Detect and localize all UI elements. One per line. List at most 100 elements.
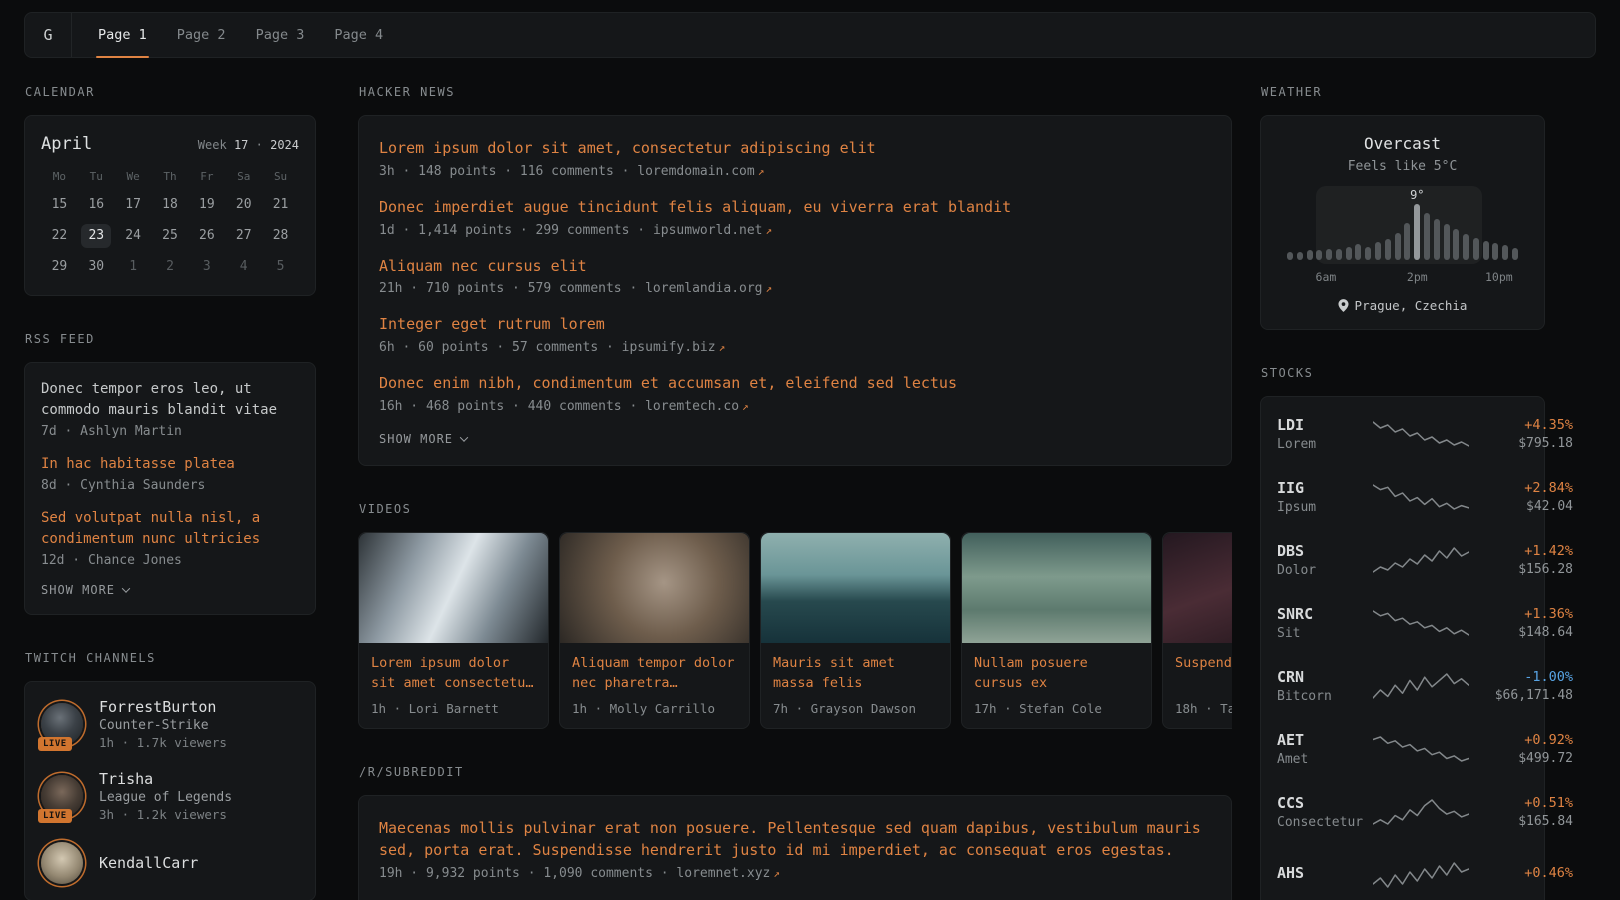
calendar-day-headers: Mo Tu We Th Fr Sa Su: [41, 170, 299, 183]
hn-item: Lorem ipsum dolor sit amet, consectetur …: [379, 138, 1211, 179]
twitch-channel-name: Trisha: [99, 770, 232, 788]
tab-page-2[interactable]: Page 2: [175, 13, 228, 57]
stock-price: $795.18: [1469, 436, 1573, 451]
hn-item-title-link[interactable]: Aliquam nec cursus elit: [379, 257, 587, 275]
hacker-news-widget: HACKER NEWS Lorem ipsum dolor sit amet, …: [358, 85, 1232, 466]
calendar-day: 24: [118, 224, 148, 248]
stock-sparkline: [1373, 545, 1469, 575]
video-thumbnail: [359, 533, 548, 643]
calendar-day: 29: [44, 255, 74, 279]
time-label: 10pm: [1485, 270, 1513, 284]
tab-page-1[interactable]: Page 1: [96, 13, 149, 57]
stock-change: +1.42%: [1469, 543, 1573, 559]
twitch-channel-meta: 3h · 1.2k viewers: [99, 807, 232, 822]
stock-id: AHS: [1277, 864, 1373, 885]
hn-domain-link[interactable]: loremlandia.org: [645, 281, 762, 296]
hn-domain-link[interactable]: loremdomain.com: [637, 164, 754, 179]
stock-sparkline: [1373, 860, 1469, 890]
subreddit-domain-link[interactable]: loremnet.xyz: [676, 866, 770, 881]
chevron-down-icon: [460, 433, 468, 441]
stock-row[interactable]: IIG Ipsum +2.84% $42.04: [1277, 465, 1528, 528]
video-thumbnail: [560, 533, 749, 643]
left-column: CALENDAR April Week 17 · 2024 Mo Tu We T…: [24, 85, 316, 900]
stock-name: Lorem: [1277, 437, 1373, 452]
calendar-day: 3: [192, 255, 222, 279]
hn-item-title-link[interactable]: Donec enim nibh, condimentum et accumsan…: [379, 374, 957, 392]
app-logo[interactable]: G: [25, 13, 72, 57]
video-title: Suspendisse diam: [1175, 653, 1232, 693]
calendar-day: 22: [44, 224, 74, 248]
twitch-channel-meta: 1h · 1.7k viewers: [99, 735, 227, 750]
hn-domain-link[interactable]: ipsumify.biz: [622, 340, 716, 355]
rss-item[interactable]: Sed volutpat nulla nisl, a condimentum n…: [41, 508, 299, 568]
dow-label: Fr: [188, 170, 225, 183]
hn-show-more-button[interactable]: SHOW MORE: [379, 432, 467, 446]
live-badge: LIVE: [38, 737, 72, 751]
rss-item[interactable]: Donec tempor eros leo, ut commodo mauris…: [41, 379, 299, 439]
stocks-widget: STOCKS LDI Lorem +4.35% $795.18 IIG: [1260, 366, 1545, 900]
twitch-channel-row[interactable]: LIVE Trisha League of Legends 3h · 1.2k …: [41, 770, 299, 822]
weather-time-axis: 6am 2pm 10pm: [1279, 270, 1526, 284]
rss-show-more-button[interactable]: SHOW MORE: [41, 583, 129, 597]
twitch-channel-info: KendallCarr: [99, 854, 198, 872]
twitch-channel-row[interactable]: LIVE ForrestBurton Counter-Strike 1h · 1…: [41, 698, 299, 750]
weather-location-text: Prague, Czechia: [1355, 298, 1468, 313]
video-card[interactable]: Aliquam tempor dolor nec pharetra… 1h · …: [559, 532, 750, 730]
stock-name: Ipsum: [1277, 500, 1373, 515]
stock-ticker: CCS: [1277, 794, 1373, 812]
calendar-day: 18: [155, 193, 185, 217]
video-body: Mauris sit amet massa felis 7h · Grayson…: [761, 643, 950, 729]
calendar-month: April: [41, 134, 92, 154]
stock-row[interactable]: CCS Consectetur +0.51% $165.84: [1277, 780, 1528, 843]
section-title-subreddit: /R/SUBREDDIT: [359, 765, 1232, 779]
video-meta: 1h · Molly Carrillo: [572, 701, 737, 716]
weather-peak-temp: 9°: [1410, 188, 1424, 202]
avatar: [41, 842, 83, 884]
tab-page-3[interactable]: Page 3: [254, 13, 307, 57]
twitch-channel-row[interactable]: KendallCarr: [41, 842, 299, 884]
hn-item-meta: 16h · 468 points · 440 comments · loremt…: [379, 399, 1211, 414]
stock-values: +1.36% $148.64: [1469, 606, 1573, 640]
stock-row[interactable]: SNRC Sit +1.36% $148.64: [1277, 591, 1528, 654]
stock-row[interactable]: DBS Dolor +1.42% $156.28: [1277, 528, 1528, 591]
video-card[interactable]: Nullam posuere cursus ex 17h · Stefan Co…: [961, 532, 1152, 730]
rss-item[interactable]: In hac habitasse platea 8d · Cynthia Sau…: [41, 454, 299, 493]
calendar-widget: CALENDAR April Week 17 · 2024 Mo Tu We T…: [24, 85, 316, 296]
video-body: Lorem ipsum dolor sit amet consectetu… 1…: [359, 643, 548, 729]
twitch-avatar-wrap: [41, 842, 83, 884]
external-link-icon: ↗: [766, 224, 773, 237]
stock-row[interactable]: CRN Bitcorn -1.00% $66,171.48: [1277, 654, 1528, 717]
chevron-down-icon: [122, 584, 130, 592]
stock-row[interactable]: AET Amet +0.92% $499.72: [1277, 717, 1528, 780]
calendar-day: 21: [266, 193, 296, 217]
stock-sparkline: [1373, 734, 1469, 764]
stock-row[interactable]: LDI Lorem +4.35% $795.18: [1277, 402, 1528, 465]
hn-item-title-link[interactable]: Donec imperdiet augue tincidunt felis al…: [379, 198, 1011, 216]
topbar: G Page 1 Page 2 Page 3 Page 4: [24, 12, 1596, 58]
video-card[interactable]: Mauris sit amet massa felis 7h · Grayson…: [760, 532, 951, 730]
stock-row[interactable]: AHS +0.46%: [1277, 843, 1528, 900]
dow-label: Su: [262, 170, 299, 183]
rss-card: Donec tempor eros leo, ut commodo mauris…: [24, 362, 316, 615]
video-body: Aliquam tempor dolor nec pharetra… 1h · …: [560, 643, 749, 729]
video-meta: 1h · Lori Barnett: [371, 701, 536, 716]
twitch-widget: TWITCH CHANNELS LIVE ForrestBurton Count…: [24, 651, 316, 900]
rss-widget: RSS FEED Donec tempor eros leo, ut commo…: [24, 332, 316, 615]
hn-item-title-link[interactable]: Integer eget rutrum lorem: [379, 315, 605, 333]
stock-id: CCS Consectetur: [1277, 794, 1373, 830]
video-card[interactable]: Suspendisse diam 18h · Tara: [1162, 532, 1232, 730]
hn-meta-text: 1d · 1,414 points · 299 comments ·: [379, 223, 653, 238]
stock-sparkline: [1373, 797, 1469, 827]
week-separator: ·: [256, 138, 263, 152]
twitch-channel-info: ForrestBurton Counter-Strike 1h · 1.7k v…: [99, 698, 227, 750]
hn-item-title-link[interactable]: Lorem ipsum dolor sit amet, consectetur …: [379, 139, 876, 157]
video-card[interactable]: Lorem ipsum dolor sit amet consectetu… 1…: [358, 532, 549, 730]
tab-page-4[interactable]: Page 4: [332, 13, 385, 57]
subreddit-post-title-link[interactable]: Maecenas mollis pulvinar erat non posuer…: [379, 819, 1201, 859]
hn-domain-link[interactable]: ipsumworld.net: [653, 223, 763, 238]
hn-domain-link[interactable]: loremtech.co: [645, 399, 739, 414]
stock-ticker: LDI: [1277, 416, 1373, 434]
weather-location: Prague, Czechia: [1279, 298, 1526, 313]
video-title: Aliquam tempor dolor nec pharetra…: [572, 653, 737, 694]
videos-scroll-row[interactable]: Lorem ipsum dolor sit amet consectetu… 1…: [358, 532, 1232, 730]
